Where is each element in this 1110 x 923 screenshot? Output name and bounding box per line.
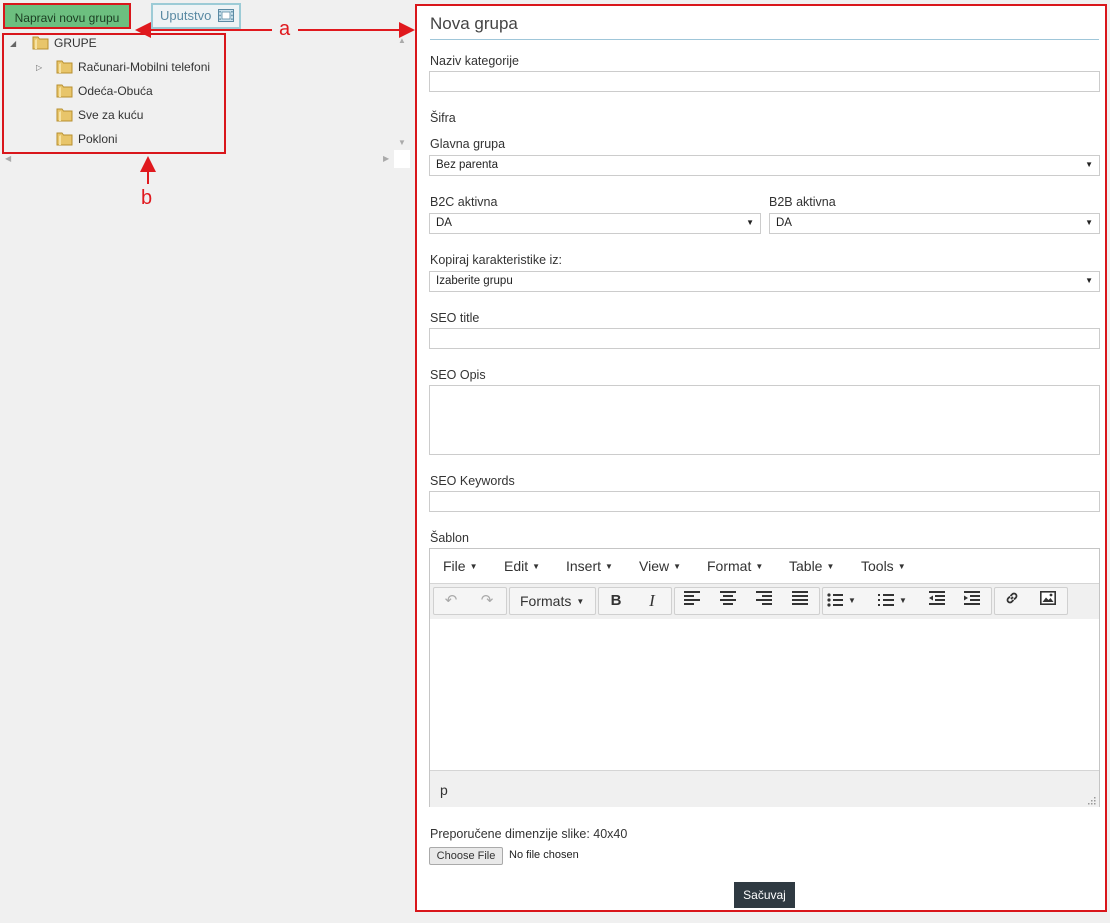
caret-down-icon: ▼ [755, 562, 764, 571]
menu-tools[interactable]: Tools ▼ [861, 558, 906, 574]
menu-label: View [639, 558, 670, 574]
menu-view[interactable]: View ▼ [639, 558, 681, 574]
annotation-arrows [135, 22, 415, 184]
seo-opis-textarea[interactable] [429, 385, 1100, 455]
menu-file[interactable]: File ▼ [443, 558, 477, 574]
menu-label: Format [707, 558, 752, 574]
save-button[interactable]: Sačuvaj [734, 882, 795, 908]
align-center-icon[interactable] [715, 590, 741, 612]
bullet-list-icon[interactable]: ▼ [827, 590, 863, 612]
menu-table[interactable]: Table ▼ [789, 558, 834, 574]
undo-icon[interactable]: ↶ [438, 590, 464, 612]
b2b-label: B2B aktivna [769, 195, 836, 209]
dropdown-caret-icon: ▼ [746, 218, 754, 227]
b2c-value: DA [436, 217, 452, 229]
menu-format[interactable]: Format ▼ [707, 558, 763, 574]
seo-keywords-input[interactable] [429, 491, 1100, 512]
kopiraj-select[interactable]: Izaberite grupu ▼ [429, 271, 1100, 292]
b2b-select[interactable]: DA ▼ [769, 213, 1100, 234]
caret-down-icon: ▼ [897, 562, 906, 571]
redo-icon[interactable]: ↷ [474, 590, 500, 612]
seo-title-label: SEO title [430, 311, 480, 325]
glavna-grupa-label: Glavna grupa [430, 137, 506, 151]
menu-insert[interactable]: Insert ▼ [566, 558, 613, 574]
image-dimensions-hint: Preporučene dimenzije slike: 40x40 [430, 827, 628, 841]
menu-label: File [443, 558, 466, 574]
element-path[interactable]: p [440, 782, 448, 798]
sifra-label: Šifra [430, 111, 456, 125]
naziv-label: Naziv kategorije [430, 54, 519, 68]
align-left-icon[interactable] [679, 590, 705, 612]
b2c-select[interactable]: DA ▼ [429, 213, 761, 234]
outdent-icon[interactable] [924, 590, 950, 612]
link-icon[interactable] [999, 590, 1025, 612]
align-justify-icon[interactable] [787, 590, 813, 612]
form-title: Nova grupa [430, 14, 518, 33]
bold-icon[interactable]: B [603, 590, 629, 612]
dropdown-caret-icon: ▼ [1085, 218, 1093, 227]
caret-down-icon: ▼ [605, 562, 613, 571]
caret-down-icon: ▼ [469, 562, 478, 571]
annotation-a: a [279, 18, 291, 40]
b2c-label: B2C aktivna [430, 195, 498, 209]
resize-handle-icon[interactable] [1086, 793, 1096, 808]
glavna-grupa-select[interactable]: Bez parenta ▼ [429, 155, 1100, 176]
image-icon[interactable] [1035, 590, 1061, 612]
menu-label: Edit [504, 558, 529, 574]
glavna-grupa-value: Bez parenta [436, 159, 499, 171]
menu-edit[interactable]: Edit ▼ [504, 558, 540, 574]
caret-down-icon: ▼ [673, 562, 682, 571]
caret-down-icon: ▼ [576, 597, 585, 606]
menu-label: Insert [566, 558, 602, 574]
italic-icon[interactable]: I [639, 590, 665, 612]
kopiraj-label: Kopiraj karakteristike iz: [430, 253, 562, 267]
formats-label: Formats [520, 593, 572, 609]
choose-file-button[interactable]: Choose File [429, 847, 503, 865]
seo-title-input[interactable] [429, 328, 1100, 349]
seo-keywords-label: SEO Keywords [430, 474, 515, 488]
caret-down-icon: ▼ [532, 562, 541, 571]
annotation-b: b [141, 187, 153, 209]
numbered-list-icon[interactable]: ▼ [878, 590, 914, 612]
menu-label: Table [789, 558, 823, 574]
b2b-value: DA [776, 217, 792, 229]
seo-opis-label: SEO Opis [430, 368, 486, 382]
editor-statusbar [430, 770, 1099, 807]
file-status: No file chosen [509, 849, 579, 861]
kopiraj-value: Izaberite grupu [436, 275, 513, 287]
indent-icon[interactable] [959, 590, 985, 612]
editor-content-area[interactable] [430, 619, 1099, 769]
dropdown-caret-icon: ▼ [1085, 276, 1093, 285]
naziv-input[interactable] [429, 71, 1100, 92]
dropdown-caret-icon: ▼ [1085, 160, 1093, 169]
title-divider [430, 39, 1099, 40]
formats-dropdown[interactable]: Formats ▼ [520, 593, 584, 609]
caret-down-icon: ▼ [826, 562, 835, 571]
menu-label: Tools [861, 558, 894, 574]
sablon-label: Šablon [430, 531, 469, 545]
align-right-icon[interactable] [751, 590, 777, 612]
